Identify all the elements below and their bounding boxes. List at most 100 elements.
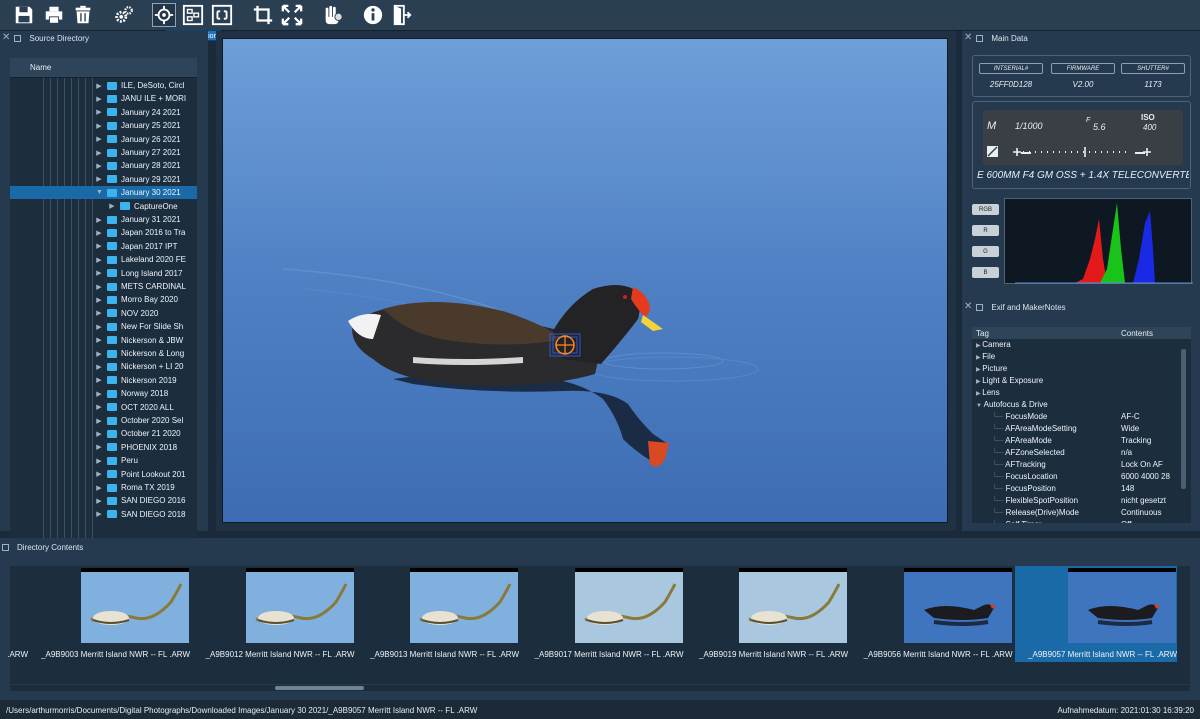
chevron-right-icon[interactable]: ▶ [96, 82, 102, 90]
close-icon[interactable]: ✕ [964, 302, 972, 312]
tree-item[interactable]: ▶ SAN DIEGO 2016 [10, 494, 197, 507]
tree-item[interactable]: ▶ Nickerson 2019 [10, 374, 197, 387]
print-icon[interactable] [42, 3, 66, 27]
chevron-right-icon[interactable]: ▶ [96, 95, 102, 103]
tree-item[interactable]: ▶ January 29 2021 [10, 173, 197, 186]
thumbnail[interactable]: _A9B9013 Merritt Island NWR -- FL .ARW [357, 566, 519, 662]
exif-row[interactable]: ▶ Camera [972, 340, 1191, 352]
chevron-right-icon[interactable]: ▶ [96, 350, 102, 358]
thumbnail[interactable]: _A9B9012 Merritt Island NWR -- FL .ARW [193, 566, 355, 662]
chevron-down-icon[interactable]: ▼ [976, 403, 984, 409]
tree-item[interactable]: ▶ Peru [10, 454, 197, 467]
chevron-right-icon[interactable]: ▶ [96, 175, 102, 183]
chevron-right-icon[interactable]: ▶ [96, 296, 102, 304]
save-icon[interactable] [12, 3, 36, 27]
tree-item[interactable]: ▶ SAN DIEGO 2018 [10, 508, 197, 521]
chevron-right-icon[interactable]: ▶ [96, 497, 102, 505]
exif-row[interactable]: ▶ File [972, 352, 1191, 364]
tree-item[interactable]: ▶ ILE, DeSoto, Circl [10, 79, 197, 92]
tree-item[interactable]: ▶ Long Island 2017 [10, 267, 197, 280]
info-icon[interactable] [361, 3, 385, 27]
tree-item[interactable]: ▶ Norway 2018 [10, 387, 197, 400]
tree-item[interactable]: ▶ October 21 2020 [10, 427, 197, 440]
chevron-right-icon[interactable]: ▶ [96, 390, 102, 398]
thumbnail[interactable]: _A9B9003 Merritt Island NWR -- FL .ARW [28, 566, 190, 662]
tree-item[interactable]: ▶ NOV 2020 [10, 307, 197, 320]
chevron-right-icon[interactable]: ▶ [96, 417, 102, 425]
tree-item[interactable]: ▶ January 26 2021 [10, 133, 197, 146]
exif-row[interactable]: └─ AFTracking Lock On AF [972, 460, 1191, 472]
tree-column-header[interactable]: Name [10, 58, 197, 78]
delete-icon[interactable] [71, 3, 95, 27]
horizontal-scrollbar[interactable] [10, 685, 1190, 691]
exit-icon[interactable] [390, 3, 414, 27]
exif-row[interactable]: └─ FocusLocation 6000 4000 28 [972, 472, 1191, 484]
tree-item[interactable]: ▼ January 30 2021 [10, 186, 197, 200]
chevron-right-icon[interactable]: ▶ [96, 403, 102, 411]
undock-icon[interactable] [976, 303, 984, 311]
exif-row[interactable]: ▶ Lens [972, 388, 1191, 400]
exif-row[interactable]: ▼ Autofocus & Drive [972, 400, 1191, 412]
thumbnail-strip[interactable]: .ARW _A9B9003 Merritt Island NWR -- FL .A… [7, 566, 1190, 684]
tree-item[interactable]: ▶ Nickerson + LI 20 [10, 360, 197, 373]
thumbnail[interactable]: _A9B9017 Merritt Island NWR -- FL .ARW [522, 566, 684, 662]
main-photo[interactable] [222, 38, 948, 523]
chevron-right-icon[interactable]: ▶ [96, 376, 102, 384]
tree-item[interactable]: ▶ CaptureOne [10, 200, 197, 213]
tree-item[interactable]: ▶ Japan 2017 IPT [10, 240, 197, 253]
chevron-right-icon[interactable]: ▶ [96, 149, 102, 157]
af-points-icon[interactable] [181, 3, 205, 27]
exif-scrollbar[interactable] [1181, 349, 1186, 489]
exif-row[interactable]: └─ Self Timer Off [972, 520, 1191, 523]
chevron-right-icon[interactable]: ▶ [96, 309, 102, 317]
tree-item[interactable]: ▶ JANU ILE + MORI [10, 92, 197, 105]
chevron-right-icon[interactable]: ▶ [96, 336, 102, 344]
exif-row[interactable]: └─ AFAreaMode Tracking [972, 436, 1191, 448]
hist-rgb-button[interactable]: RGB [972, 204, 999, 215]
hist-b-button[interactable]: B [972, 267, 999, 278]
exif-row[interactable]: └─ AFAreaModeSetting Wide [972, 424, 1191, 436]
crop-icon[interactable] [251, 3, 275, 27]
exif-row[interactable]: ▶ Light & Exposure [972, 376, 1191, 388]
thumbnail[interactable]: _A9B9056 Merritt Island NWR -- FL .ARW [851, 566, 1013, 662]
chevron-right-icon[interactable]: ▶ [96, 122, 102, 130]
chevron-right-icon[interactable]: ▶ [96, 283, 102, 291]
focus-location-icon[interactable] [152, 3, 176, 27]
tree-item[interactable]: ▶ Morro Bay 2020 [10, 293, 197, 306]
close-icon[interactable]: ✕ [964, 33, 972, 43]
tree-item[interactable]: ▶ October 2020 Sel [10, 414, 197, 427]
hist-r-button[interactable]: R [972, 225, 999, 236]
tree-item[interactable]: ▶ January 25 2021 [10, 119, 197, 132]
tree-item[interactable]: ▶ Roma TX 2019 [10, 481, 197, 494]
thumbnail[interactable]: .ARW [0, 566, 28, 662]
col-tag[interactable]: Tag [976, 329, 989, 338]
chevron-right-icon[interactable]: ▶ [96, 457, 102, 465]
undock-icon[interactable] [14, 34, 22, 42]
tree-item[interactable]: ▶ Point Lookout 201 [10, 468, 197, 481]
folder-tree[interactable]: Name ▶ ILE, DeSoto, Circl ▶ JANU ILE + MORI… [10, 58, 197, 550]
chevron-right-icon[interactable]: ▶ [96, 135, 102, 143]
exif-row[interactable]: └─ FlexibleSpotPosition nicht gesetzt [972, 496, 1191, 508]
scroll-thumb[interactable] [275, 686, 364, 690]
chevron-right-icon[interactable]: ▶ [96, 162, 102, 170]
chevron-right-icon[interactable]: ▶ [96, 363, 102, 371]
hist-g-button[interactable]: G [972, 246, 999, 257]
exif-table[interactable]: Tag Contents ▶ Camera ▶ File ▶ Picture ▶ Li… [972, 327, 1191, 523]
tree-item[interactable]: ▶ January 24 2021 [10, 106, 197, 119]
chevron-right-icon[interactable]: ▶ [96, 323, 102, 331]
close-icon[interactable]: ✕ [2, 33, 10, 43]
chevron-right-icon[interactable]: ▶ [96, 256, 102, 264]
settings-icon[interactable] [112, 3, 136, 27]
tree-item[interactable]: ▶ New For Slide Sh [10, 320, 197, 333]
chevron-right-icon[interactable]: ▶ [96, 443, 102, 451]
chevron-right-icon[interactable]: ▶ [96, 470, 102, 478]
thumbnail[interactable]: _A9B9057 Merritt Island NWR -- FL .ARW [1015, 566, 1177, 662]
exif-row[interactable]: └─ FocusPosition 148 [972, 484, 1191, 496]
chevron-right-icon[interactable]: ▶ [96, 242, 102, 250]
chevron-right-icon[interactable]: ▶ [96, 430, 102, 438]
undock-icon[interactable] [976, 34, 984, 42]
tree-item[interactable]: ▶ METS CARDINAL [10, 280, 197, 293]
chevron-down-icon[interactable]: ▼ [96, 189, 103, 196]
tree-item[interactable]: ▶ Japan 2016 to Tra [10, 226, 197, 239]
chevron-right-icon[interactable]: ▶ [109, 202, 115, 210]
